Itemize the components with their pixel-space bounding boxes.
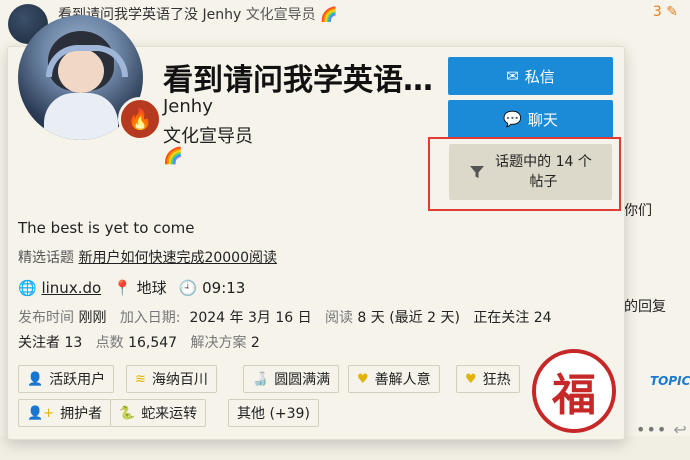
fu-stamp-icon: 福 xyxy=(532,349,616,433)
points-value: 16,547 xyxy=(128,335,178,351)
user-display-name[interactable]: 看到请问我学英语了没 xyxy=(163,55,441,99)
globe-icon: 🌐 xyxy=(18,278,37,297)
envelope-icon: ✉ xyxy=(506,67,519,85)
badge-hainabaichuan[interactable]: ≋ 海纳百川 xyxy=(126,365,217,393)
rainbow-icon: 🌈 xyxy=(163,146,183,165)
followers-value: 13 xyxy=(64,335,83,351)
background-topic-count: 3 ✎ xyxy=(652,4,678,20)
following-value: 24 xyxy=(533,310,552,326)
chat-button-label: 聊天 xyxy=(527,110,558,129)
badge-shanjierenyi[interactable]: ♥ 善解人意 xyxy=(348,365,440,393)
background-snippet: 的回复 xyxy=(624,299,666,315)
bottle-icon: 🍶 xyxy=(252,371,269,387)
heart-icon: ♥ xyxy=(357,371,369,387)
user-username: Jenhy xyxy=(163,96,213,117)
private-message-button[interactable]: ✉ 私信 xyxy=(448,57,613,95)
user-icon: 👤 xyxy=(27,371,44,387)
background-topic-link[interactable]: TOPIC xyxy=(650,374,690,388)
website-link[interactable]: linux.do xyxy=(41,279,101,297)
flame-flair-icon: 🔥 xyxy=(118,97,162,141)
user-stats-row-2: 关注者 13 点数 16,547 解决方案 2 xyxy=(18,335,260,351)
user-plus-icon: 👤+ xyxy=(27,405,55,421)
featured-topic-label: 精选话题 xyxy=(18,250,74,266)
user-avatar[interactable]: 🔥 xyxy=(18,15,162,141)
badge-shelaiyunzhuan[interactable]: 🐍 蛇来运转 xyxy=(110,399,207,427)
highlight-annotation-box xyxy=(428,137,621,211)
user-bio: The best is yet to come xyxy=(18,219,195,237)
posted-value: 刚刚 xyxy=(78,310,107,326)
badge-active-user[interactable]: 👤 活跃用户 xyxy=(18,365,115,393)
heart-icon: ♥ xyxy=(465,371,477,387)
featured-topic-row: 精选话题 新用户如何快速完成20000阅读 xyxy=(18,247,277,267)
location-pin-icon: 📍 xyxy=(113,279,132,297)
joined-value: 2024 年 3月 16 日 xyxy=(189,310,312,326)
waves-icon: ≋ xyxy=(135,371,146,387)
chat-button[interactable]: 💬 聊天 xyxy=(448,100,613,138)
user-meta-line: 🌐 linux.do 📍 地球 🕘 09:13 xyxy=(18,277,245,298)
badge-yuanyuanmanman[interactable]: 🍶 圆圆满满 xyxy=(243,365,340,393)
badge-kuangre[interactable]: ♥ 狂热 xyxy=(456,365,520,393)
solutions-value: 2 xyxy=(250,335,260,351)
badge-yonghuzhe[interactable]: 👤+ 拥护者 xyxy=(18,399,112,427)
user-card: 🔥 看到请问我学英语了没 Jenhy 文化宣导员 🌈 ✉ 私信 💬 聊天 话题中… xyxy=(7,15,625,440)
clock-icon: 🕘 xyxy=(178,278,198,297)
user-stats-row-1: 发布时间 刚刚 加入日期: 2024 年 3月 16 日 阅读 8 天 (最近 … xyxy=(18,310,552,326)
user-title: 文化宣导员 xyxy=(163,126,253,147)
local-time-text: 09:13 xyxy=(202,278,246,297)
message-button-label: 私信 xyxy=(524,67,555,86)
snake-icon: 🐍 xyxy=(119,405,136,421)
chat-bubble-icon: 💬 xyxy=(503,110,522,128)
badge-more[interactable]: 其他 (+39) xyxy=(228,399,319,427)
background-snippet: 你们 xyxy=(624,203,652,219)
location-text: 地球 xyxy=(136,279,167,297)
featured-topic-link[interactable]: 新用户如何快速完成20000阅读 xyxy=(78,250,277,266)
read-value: 8 天 (最近 2 天) xyxy=(357,310,460,326)
